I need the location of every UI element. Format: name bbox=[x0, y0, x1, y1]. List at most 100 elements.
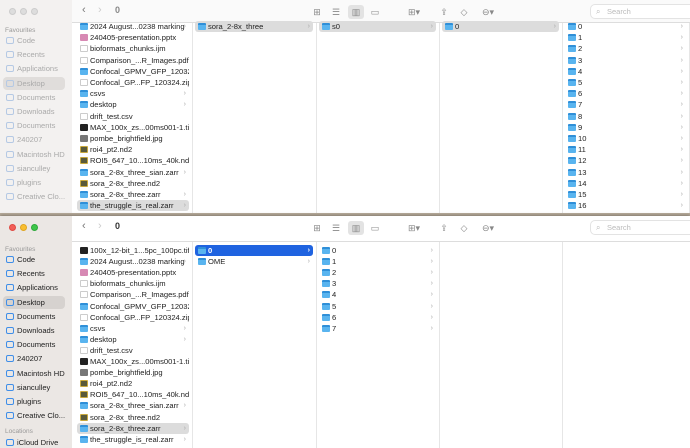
file-row[interactable]: 2 › bbox=[565, 43, 686, 54]
group-icon[interactable]: ⊞▾ bbox=[406, 221, 422, 235]
file-row[interactable]: 2024 August...0238 marking › bbox=[77, 21, 189, 32]
file-row[interactable]: sora_2-8x_three.zarr › bbox=[77, 189, 189, 200]
file-row[interactable]: 4 › bbox=[565, 66, 686, 77]
sidebar-item[interactable]: Applications bbox=[3, 62, 65, 75]
file-row[interactable]: Confocal_GP...FP_120324.zip bbox=[77, 312, 189, 323]
file-row[interactable]: sora_2-8x_three.nd2 bbox=[77, 178, 189, 189]
file-row[interactable]: 13 › bbox=[565, 167, 686, 178]
file-row[interactable]: bioformats_chunks.ijm bbox=[77, 43, 189, 54]
file-row[interactable]: 10 › bbox=[565, 133, 686, 144]
tag-icon[interactable]: ◇ bbox=[456, 5, 472, 19]
file-row[interactable]: 9 › bbox=[565, 122, 686, 133]
close-button[interactable] bbox=[9, 224, 16, 231]
file-row[interactable]: 5 › bbox=[319, 301, 436, 312]
sidebar-item[interactable]: Recents bbox=[3, 48, 65, 61]
file-row[interactable]: drift_test.csv bbox=[77, 345, 189, 356]
file-row[interactable]: Confocal_GP...FP_120324.zip bbox=[77, 77, 189, 88]
list-view-icon[interactable]: ☰ bbox=[328, 221, 344, 235]
file-row[interactable]: sora_2-8x_three.zarr › bbox=[77, 422, 189, 434]
more-icon[interactable]: ⊖▾ bbox=[480, 5, 496, 19]
sidebar-item[interactable]: Desktop bbox=[3, 76, 65, 90]
file-row[interactable]: 14 › bbox=[565, 178, 686, 189]
forward-button[interactable]: › bbox=[98, 220, 102, 232]
zoom-button[interactable] bbox=[31, 8, 38, 15]
sidebar-item[interactable]: plugins bbox=[3, 176, 65, 189]
file-row[interactable]: s0 › bbox=[319, 21, 436, 32]
tag-icon[interactable]: ◇ bbox=[456, 221, 472, 235]
search-input[interactable]: Search bbox=[590, 4, 690, 19]
file-row[interactable]: 100x_12-bit_1...5pc_100pc.tif bbox=[77, 245, 189, 256]
file-row[interactable]: 5 › bbox=[565, 77, 686, 88]
file-row[interactable]: 1 › bbox=[319, 256, 436, 267]
file-row[interactable]: MAX_100x_zs...00ms001-1.tif bbox=[77, 122, 189, 133]
share-icon[interactable]: ⇪ bbox=[436, 5, 452, 19]
file-row[interactable]: ROI5_647_10...10ms_40k.nd2 bbox=[77, 389, 189, 400]
file-row[interactable]: Comparison_...R_Images.pdf bbox=[77, 55, 189, 66]
file-row[interactable]: the_struggle_is_real.zarr › bbox=[77, 200, 189, 212]
file-row[interactable]: 0 › bbox=[195, 245, 313, 256]
file-row[interactable]: ROI5_647_10...10ms_40k.nd2 bbox=[77, 155, 189, 166]
file-row[interactable]: pombe_brightfield.jpg bbox=[77, 133, 189, 144]
more-icon[interactable]: ⊖▾ bbox=[480, 221, 496, 235]
file-row[interactable]: csvs › bbox=[77, 323, 189, 334]
file-row[interactable]: 3 › bbox=[319, 278, 436, 289]
file-row[interactable]: 7 › bbox=[565, 99, 686, 110]
file-row[interactable]: 6 › bbox=[565, 88, 686, 99]
file-row[interactable]: 3 › bbox=[565, 55, 686, 66]
sidebar-item[interactable]: sianculley bbox=[3, 381, 65, 394]
search-input[interactable]: Search bbox=[590, 220, 690, 235]
gallery-view-icon[interactable]: ▭ bbox=[367, 5, 383, 19]
sidebar-item[interactable]: Documents bbox=[3, 91, 65, 104]
sidebar-item[interactable]: Code bbox=[3, 253, 65, 266]
minimize-button[interactable] bbox=[20, 8, 27, 15]
file-row[interactable]: Comparison_...R_Images.pdf bbox=[77, 289, 189, 300]
sidebar-item[interactable]: Desktop bbox=[3, 295, 65, 309]
sidebar-item[interactable]: Macintosh HD bbox=[3, 148, 65, 161]
sidebar-item-icloud[interactable]: iCloud Drive bbox=[3, 437, 65, 448]
sidebar-item[interactable]: Code bbox=[3, 34, 65, 47]
gallery-view-icon[interactable]: ▭ bbox=[367, 221, 383, 235]
file-row[interactable]: 8 › bbox=[565, 111, 686, 122]
file-row[interactable]: pombe_brightfield.jpg bbox=[77, 367, 189, 378]
file-row[interactable]: 7 › bbox=[319, 323, 436, 334]
close-button[interactable] bbox=[9, 8, 16, 15]
column-view-icon[interactable]: ▥ bbox=[348, 5, 364, 19]
file-row[interactable]: 2024 August...0238 marking › bbox=[77, 256, 189, 267]
file-row[interactable]: roi4_pt2.nd2 bbox=[77, 144, 189, 155]
zoom-button[interactable] bbox=[31, 224, 38, 231]
file-row[interactable]: the_struggle_is_real.zarr › bbox=[77, 434, 189, 445]
file-row[interactable]: sora_2-8x_three.nd2 bbox=[77, 412, 189, 423]
file-row[interactable]: desktop › bbox=[77, 99, 189, 110]
sidebar-item[interactable]: 240207 bbox=[3, 352, 65, 365]
sidebar-item[interactable]: Macintosh HD bbox=[3, 367, 65, 380]
forward-button[interactable]: › bbox=[98, 4, 102, 16]
share-icon[interactable]: ⇪ bbox=[436, 221, 452, 235]
file-row[interactable]: csvs › bbox=[77, 88, 189, 99]
group-icon[interactable]: ⊞▾ bbox=[406, 5, 422, 19]
sidebar-item[interactable]: Downloads bbox=[3, 324, 65, 337]
file-row[interactable]: 0 › bbox=[442, 21, 559, 32]
file-row[interactable]: 0 › bbox=[565, 21, 686, 32]
file-row[interactable]: OME › bbox=[195, 256, 313, 267]
file-row[interactable]: 240405-presentation.pptx bbox=[77, 267, 189, 278]
file-row[interactable]: sora_2-8x_three › bbox=[195, 21, 313, 32]
sidebar-item[interactable]: Downloads bbox=[3, 105, 65, 118]
sidebar-item[interactable]: Documents bbox=[3, 119, 65, 132]
file-row[interactable]: Confocal_GPMV_GFP_120324 › bbox=[77, 301, 189, 312]
file-row[interactable]: 0 › bbox=[319, 245, 436, 256]
list-view-icon[interactable]: ☰ bbox=[328, 5, 344, 19]
file-row[interactable]: sora_2-8x_three_sian.zarr › bbox=[77, 167, 189, 178]
sidebar-item[interactable]: Documents bbox=[3, 338, 65, 351]
file-row[interactable]: roi4_pt2.nd2 bbox=[77, 378, 189, 389]
sidebar-item[interactable]: Applications bbox=[3, 281, 65, 294]
file-row[interactable]: 15 › bbox=[565, 189, 686, 200]
sidebar-item[interactable]: sianculley bbox=[3, 162, 65, 175]
icon-view-icon[interactable]: ⊞ bbox=[309, 221, 325, 235]
file-row[interactable]: bioformats_chunks.ijm bbox=[77, 278, 189, 289]
file-row[interactable]: 6 › bbox=[319, 312, 436, 323]
file-row[interactable]: Confocal_GPMV_GFP_120324 › bbox=[77, 66, 189, 77]
file-row[interactable]: 12 › bbox=[565, 155, 686, 166]
sidebar-item[interactable]: Creative Clo... bbox=[3, 409, 65, 422]
file-row[interactable]: 240405-presentation.pptx bbox=[77, 32, 189, 43]
file-row[interactable]: 2 › bbox=[319, 267, 436, 278]
